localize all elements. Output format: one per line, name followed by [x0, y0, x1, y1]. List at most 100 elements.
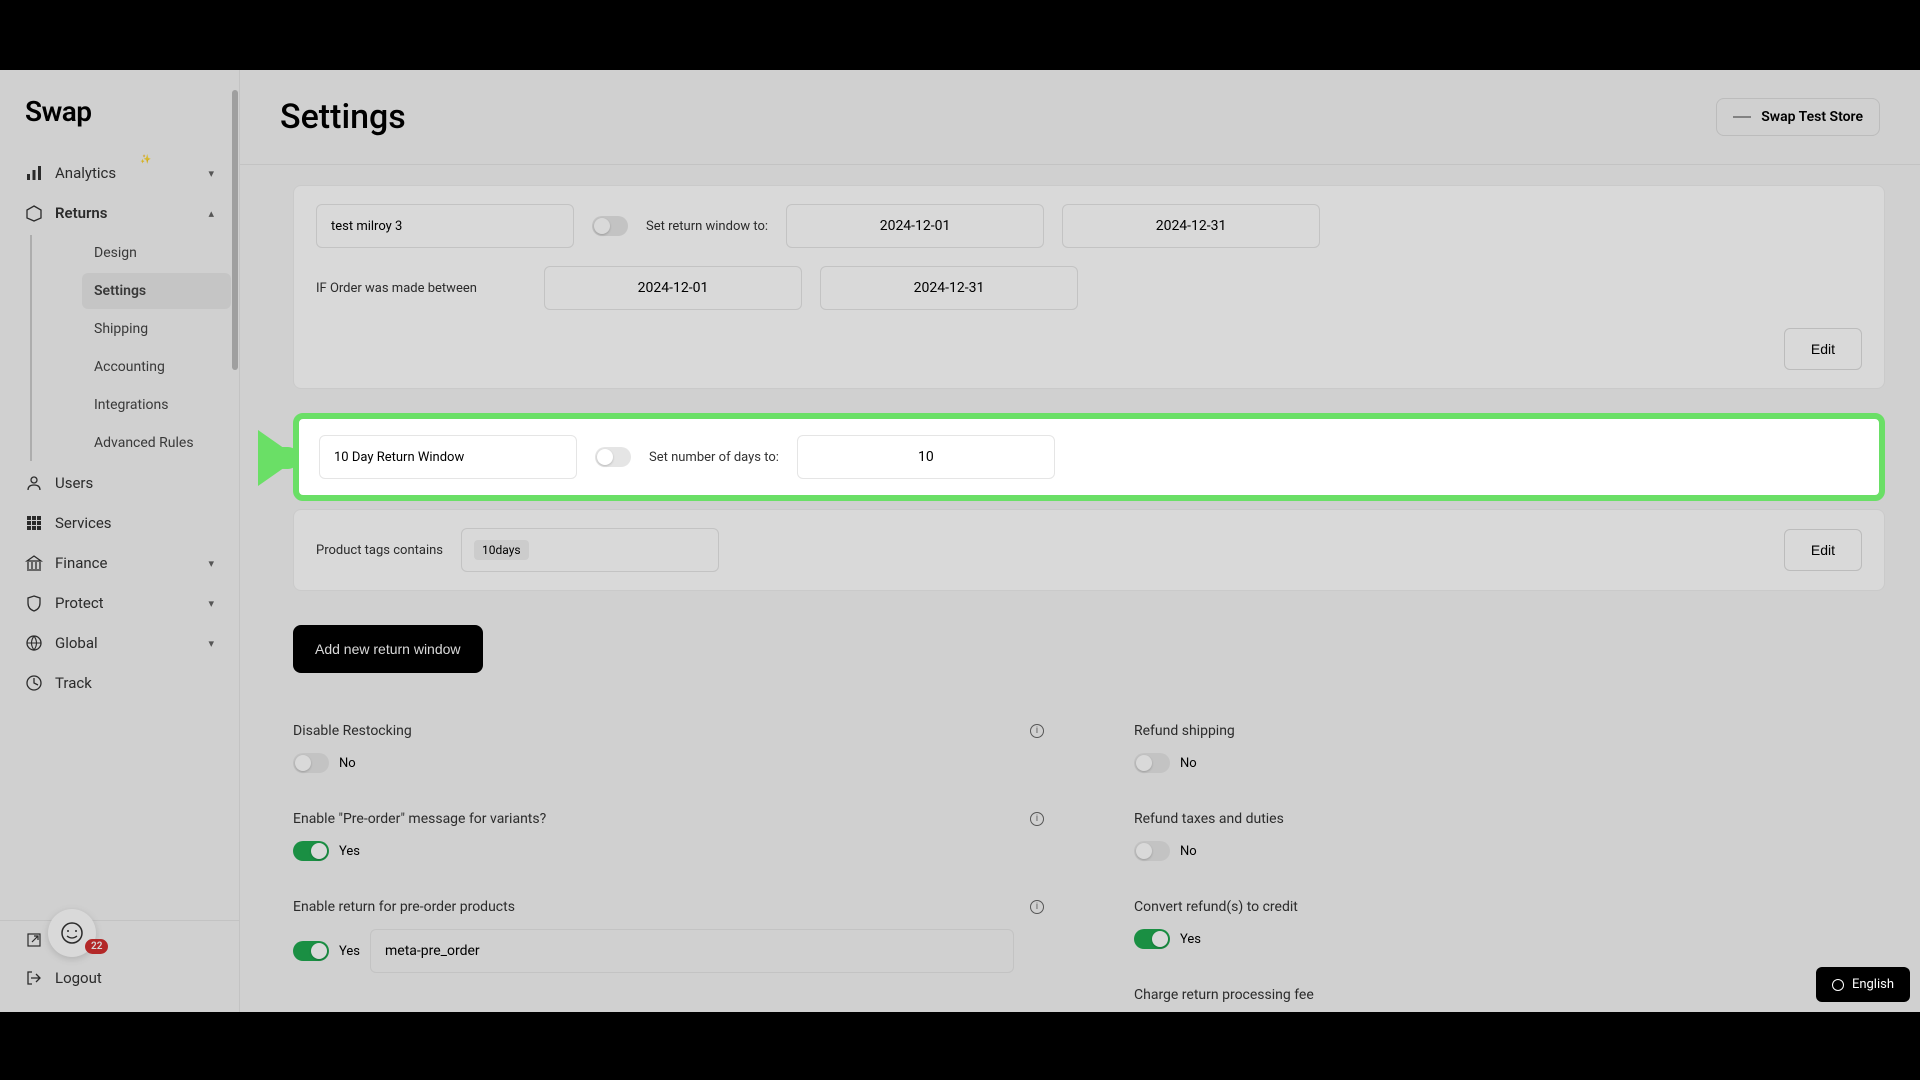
disable-restocking-state: No	[339, 756, 356, 771]
nav-track[interactable]: Track	[0, 663, 239, 703]
chevron-down-icon: ▾	[208, 637, 214, 650]
brand-logo: Swap	[0, 90, 239, 153]
subnav-settings[interactable]: Settings	[82, 273, 231, 309]
info-icon[interactable]: i	[1030, 900, 1044, 914]
refund-taxes-toggle[interactable]	[1134, 841, 1170, 861]
preorder-return-state: Yes	[339, 944, 360, 959]
nav-users-label: Users	[55, 474, 93, 492]
subnav-accounting[interactable]: Accounting	[82, 349, 231, 385]
logout-icon	[25, 969, 43, 987]
track-icon	[25, 674, 43, 692]
new-badge: ✨	[140, 155, 151, 165]
rule2-name-input[interactable]: 10 Day Return Window	[319, 435, 577, 479]
help-badge: 22	[85, 939, 108, 954]
grid-icon	[25, 514, 43, 532]
content: test milroy 3 Set return window to: 2024…	[258, 165, 1920, 1012]
nav-global-label: Global	[55, 634, 98, 652]
rule2-tag: 10days	[474, 540, 529, 560]
disable-restocking-toggle[interactable]	[293, 753, 329, 773]
nav-logout[interactable]: Logout	[25, 959, 214, 997]
rule1-edit-button[interactable]: Edit	[1784, 328, 1862, 370]
rule2-filter-label: Product tags contains	[316, 543, 443, 558]
nav-analytics[interactable]: Analytics ✨ ▾	[0, 153, 239, 193]
shield-icon	[25, 594, 43, 612]
setting-disable-restocking: Disable Restocking i No	[293, 723, 1044, 773]
rule1-window-end[interactable]: 2024-12-31	[1062, 204, 1320, 248]
nav-services[interactable]: Services	[0, 503, 239, 543]
returns-icon	[25, 204, 43, 222]
nav-finance[interactable]: Finance ▾	[0, 543, 239, 583]
return-window-card-1: test milroy 3 Set return window to: 2024…	[293, 185, 1885, 389]
refund-shipping-label: Refund shipping	[1134, 723, 1235, 739]
setting-convert-credit: Convert refund(s) to credit Yes	[1134, 899, 1885, 949]
convert-credit-state: Yes	[1180, 932, 1201, 947]
external-icon	[25, 931, 43, 949]
user-icon	[25, 474, 43, 492]
setting-refund-taxes: Refund taxes and duties No	[1134, 811, 1885, 861]
nav-protect-label: Protect	[55, 594, 104, 612]
page-title: Settings	[280, 97, 406, 137]
page-header: Settings Swap Test Store	[240, 70, 1920, 165]
setting-processing-fee: Charge return processing fee	[1134, 987, 1885, 1003]
preorder-return-value-input[interactable]: meta-pre_order	[370, 929, 1014, 973]
rule1-window-start[interactable]: 2024-12-01	[786, 204, 1044, 248]
nav-users[interactable]: Users	[0, 463, 239, 503]
convert-credit-toggle[interactable]	[1134, 929, 1170, 949]
rule2-tags-input[interactable]: 10days	[461, 528, 719, 572]
language-button[interactable]: English	[1816, 967, 1910, 1002]
nav-finance-label: Finance	[55, 554, 107, 572]
subnav-integrations[interactable]: Integrations	[82, 387, 231, 423]
processing-fee-label: Charge return processing fee	[1134, 987, 1314, 1003]
nav-returns-label: Returns	[55, 204, 108, 222]
language-label: English	[1852, 977, 1894, 992]
rule1-name-input[interactable]: test milroy 3	[316, 204, 574, 248]
rule1-condition-label: IF Order was made between	[316, 281, 526, 296]
store-name: Swap Test Store	[1761, 109, 1863, 125]
store-selector[interactable]: Swap Test Store	[1716, 98, 1880, 136]
subnav-advanced-rules[interactable]: Advanced Rules	[82, 425, 231, 461]
rule1-cond-start[interactable]: 2024-12-01	[544, 266, 802, 310]
nav-analytics-label: Analytics	[55, 164, 116, 182]
chevron-down-icon: ▾	[208, 167, 214, 180]
nav-protect[interactable]: Protect ▾	[0, 583, 239, 623]
refund-taxes-label: Refund taxes and duties	[1134, 811, 1284, 827]
preorder-message-label: Enable "Pre-order" message for variants?	[293, 811, 546, 827]
chevron-down-icon: ▾	[208, 597, 214, 610]
rule1-active-toggle[interactable]	[592, 216, 628, 236]
preorder-return-toggle[interactable]	[293, 941, 329, 961]
rule1-set-window-label: Set return window to:	[646, 219, 768, 234]
return-window-card-2-condition: Product tags contains 10days Edit	[293, 509, 1885, 591]
nav-services-label: Services	[55, 514, 112, 532]
subnav-shipping[interactable]: Shipping	[82, 311, 231, 347]
rule2-set-days-label: Set number of days to:	[649, 450, 779, 465]
refund-shipping-state: No	[1180, 756, 1197, 771]
preexisting-refund-label: Pre-existing refund alert	[293, 1011, 442, 1012]
setting-preorder-message: Enable "Pre-order" message for variants?…	[293, 811, 1044, 861]
rule2-active-toggle[interactable]	[595, 447, 631, 467]
chart-icon	[25, 164, 43, 182]
nav-track-label: Track	[55, 674, 92, 692]
rule1-cond-end[interactable]: 2024-12-31	[820, 266, 1078, 310]
sidebar-footer: Guide Logout	[0, 920, 239, 997]
convert-credit-label: Convert refund(s) to credit	[1134, 899, 1298, 915]
sidebar: Swap Analytics ✨ ▾ Returns ▴ Design Sett…	[0, 70, 240, 1012]
chevron-down-icon: ▾	[208, 557, 214, 570]
rule2-days-input[interactable]: 10	[797, 435, 1055, 479]
language-icon	[1832, 979, 1844, 991]
returns-subnav: Design Settings Shipping Accounting Inte…	[30, 235, 239, 461]
info-icon[interactable]: i	[1030, 812, 1044, 826]
nav-logout-label: Logout	[55, 969, 102, 987]
rule2-edit-button[interactable]: Edit	[1784, 529, 1862, 571]
setting-preorder-return: Enable return for pre-order products i Y…	[293, 899, 1044, 973]
return-window-card-highlighted: 10 Day Return Window Set number of days …	[293, 413, 1885, 501]
sidebar-scrollbar[interactable]	[232, 90, 238, 370]
bank-icon	[25, 554, 43, 572]
nav-returns[interactable]: Returns ▴	[0, 193, 239, 233]
add-return-window-button[interactable]: Add new return window	[293, 625, 483, 673]
subnav-design[interactable]: Design	[82, 235, 231, 271]
preorder-message-toggle[interactable]	[293, 841, 329, 861]
disable-restocking-label: Disable Restocking	[293, 723, 412, 739]
refund-shipping-toggle[interactable]	[1134, 753, 1170, 773]
info-icon[interactable]: i	[1030, 724, 1044, 738]
nav-global[interactable]: Global ▾	[0, 623, 239, 663]
